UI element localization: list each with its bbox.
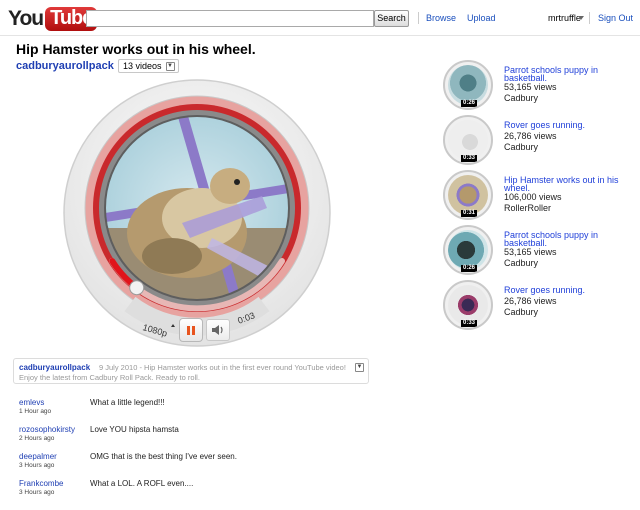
upload-link[interactable]: Upload — [467, 13, 496, 23]
related-author: Cadbury — [504, 307, 539, 317]
comment: Frankcombe 3 Hours ago What a LOL. A ROF… — [19, 479, 379, 501]
channel-link[interactable]: cadburyaurollpack — [16, 60, 114, 72]
related-video-item[interactable]: 0:33 Rover goes running. 26,786 views Ca… — [443, 115, 633, 167]
related-views: 106,000 views — [504, 192, 562, 202]
comment-text: OMG that is the best thing I've ever see… — [90, 452, 237, 461]
related-thumbnail[interactable]: 0:33 — [443, 115, 493, 165]
duration-badge: 0:26 — [461, 265, 478, 272]
related-author: Cadbury — [504, 93, 539, 103]
comment-text: What a little legend!!! — [90, 398, 165, 407]
chevron-down-icon[interactable]: ▼ — [355, 363, 364, 372]
pause-button[interactable] — [179, 318, 203, 342]
related-author: Cadbury — [504, 142, 539, 152]
description-channel-link[interactable]: cadburyaurollpack — [19, 363, 90, 372]
header-divider — [589, 12, 590, 24]
search-button[interactable]: Search — [374, 10, 409, 27]
duration-badge: 0:33 — [461, 155, 478, 162]
player-frame — [63, 79, 331, 347]
related-video-item[interactable]: 0:26 Parrot schools puppy in basketball.… — [443, 225, 633, 277]
chevron-up-icon[interactable] — [171, 324, 175, 327]
username-menu[interactable]: mrtruffle — [548, 13, 581, 23]
chevron-down-icon: ▼ — [165, 61, 175, 71]
comment: deepalmer 3 Hours ago OMG that is the be… — [19, 452, 379, 474]
comment-time: 3 Hours ago — [19, 489, 55, 496]
related-views: 53,165 views — [504, 82, 557, 92]
header-divider — [418, 12, 419, 24]
related-title-link[interactable]: Parrot schools puppy in basketball. — [504, 231, 624, 248]
comment-text: What a LOL. A ROFL even.... — [90, 479, 194, 488]
video-title: Hip Hamster works out in his wheel. — [16, 41, 256, 57]
comment: emlevs 1 Hour ago What a little legend!!… — [19, 398, 379, 420]
comment-time: 3 Hours ago — [19, 462, 55, 469]
video-description: 9 July 2010 - Hip Hamster works out in t… — [13, 358, 369, 384]
related-video-item[interactable]: 0:31 Hip Hamster works out in his wheel.… — [443, 170, 633, 222]
browse-link[interactable]: Browse — [426, 13, 456, 23]
related-thumbnail[interactable]: 0:33 — [443, 280, 493, 330]
related-video-item[interactable]: 0:33 Rover goes running. 26,786 views Ca… — [443, 280, 633, 332]
related-title-link[interactable]: Hip Hamster works out in his wheel. — [504, 176, 624, 193]
related-views: 26,786 views — [504, 296, 557, 306]
round-video-player[interactable] — [62, 78, 332, 348]
youtube-logo[interactable]: You Tube — [8, 6, 98, 32]
comment-user-link[interactable]: Frankcombe — [19, 479, 63, 488]
comment-text: Love YOU hipsta hamsta — [90, 425, 179, 434]
related-title-link[interactable]: Rover goes running. — [504, 286, 624, 295]
related-views: 26,786 views — [504, 131, 557, 141]
related-thumbnail[interactable]: 0:31 — [443, 170, 493, 220]
logo-you: You — [8, 7, 44, 30]
pause-icon — [187, 325, 190, 335]
comment-user-link[interactable]: rozosophokirsty — [19, 425, 75, 434]
related-views: 53,165 views — [504, 247, 557, 257]
related-thumbnail[interactable]: 0:26 — [443, 225, 493, 275]
header-separator — [0, 35, 640, 36]
progress-scrubber[interactable] — [129, 280, 145, 296]
related-author: Cadbury — [504, 258, 539, 268]
comment-user-link[interactable]: emlevs — [19, 398, 44, 407]
search-input[interactable] — [86, 10, 374, 27]
related-title-link[interactable]: Parrot schools puppy in basketball. — [504, 66, 624, 83]
comment-time: 2 Hours ago — [19, 435, 55, 442]
duration-badge: 0:31 — [461, 210, 478, 217]
duration-badge: 0:26 — [461, 100, 478, 107]
pause-icon — [192, 325, 195, 335]
duration-badge: 0:33 — [461, 320, 478, 327]
related-author: RollerRoller — [504, 203, 552, 213]
site-header: You Tube Search Browse Upload mrtruffle … — [0, 0, 640, 36]
video-count-dropdown[interactable]: 13 videos ▼ — [118, 59, 179, 73]
sign-out-link[interactable]: Sign Out — [598, 13, 633, 23]
video-count-label: 13 videos — [123, 61, 162, 71]
related-video-item[interactable]: 0:26 Parrot schools puppy in basketball.… — [443, 60, 633, 112]
comment: rozosophokirsty 2 Hours ago Love YOU hip… — [19, 425, 379, 447]
chevron-down-icon[interactable] — [578, 16, 584, 20]
related-title-link[interactable]: Rover goes running. — [504, 121, 624, 130]
volume-icon — [212, 325, 223, 335]
related-thumbnail[interactable]: 0:26 — [443, 60, 493, 110]
comment-user-link[interactable]: deepalmer — [19, 452, 57, 461]
volume-button[interactable] — [206, 319, 230, 341]
comment-time: 1 Hour ago — [19, 408, 52, 415]
